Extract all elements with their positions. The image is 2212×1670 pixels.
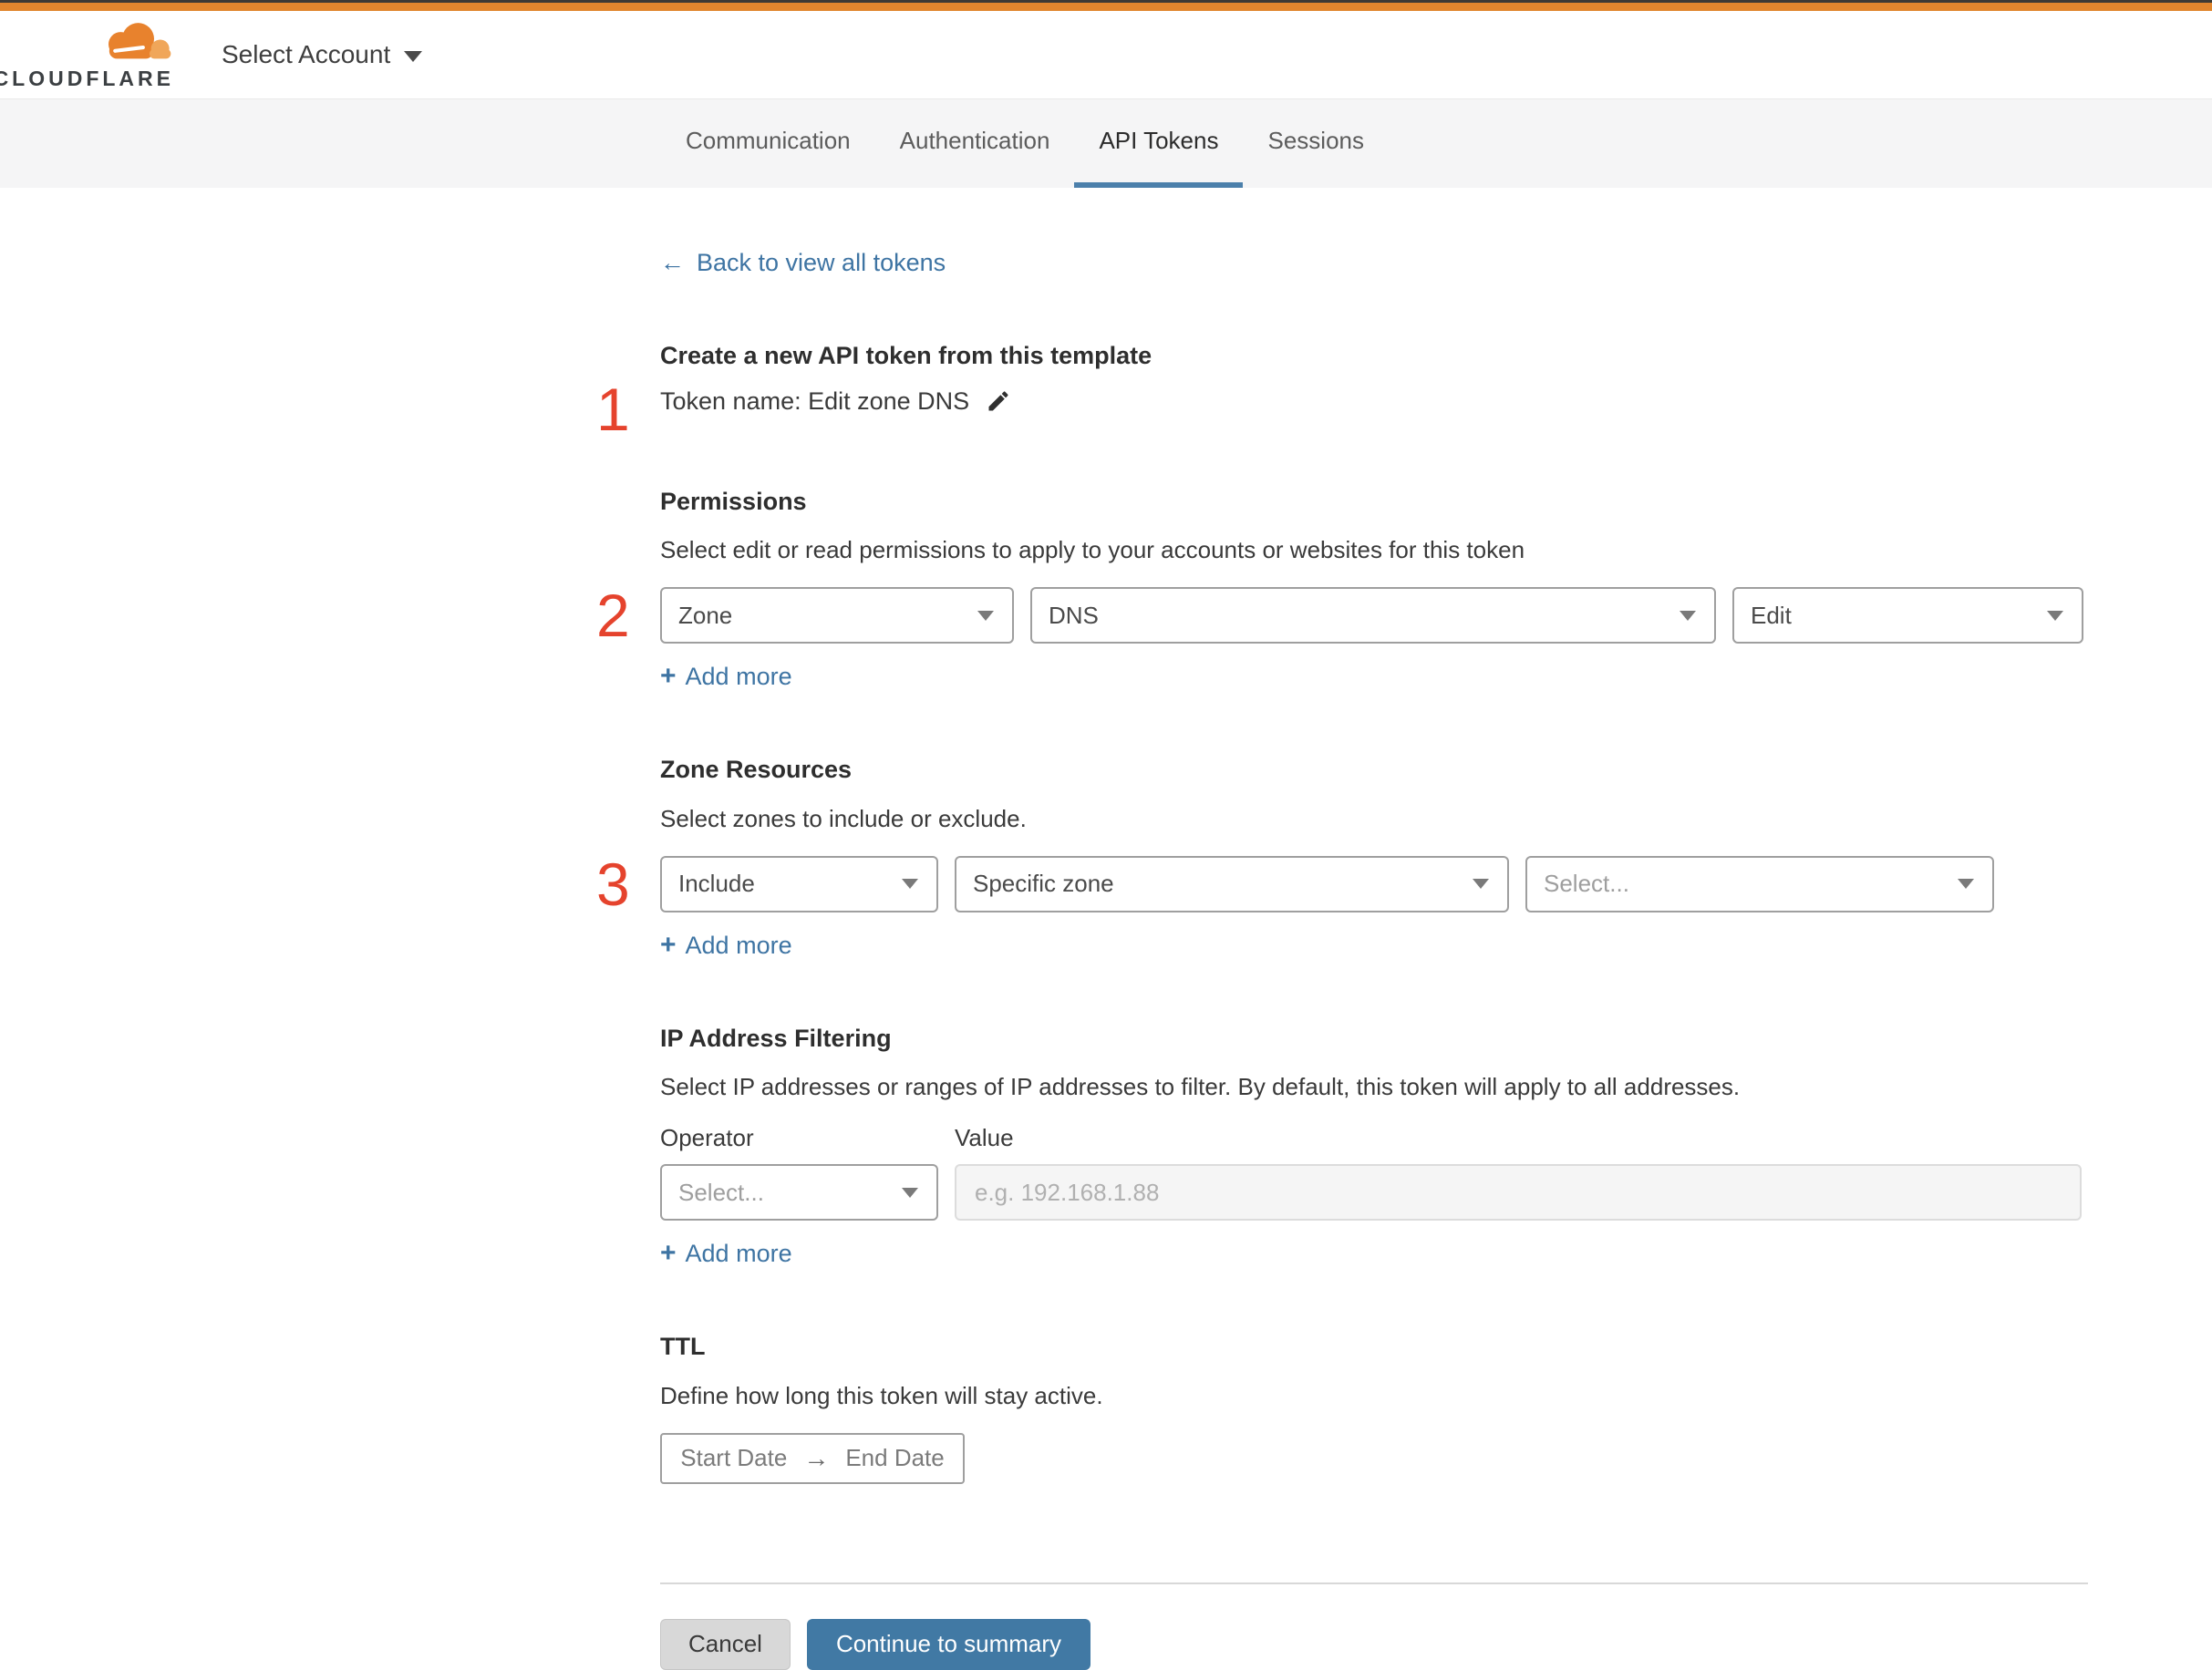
permissions-title: Permissions (660, 488, 807, 516)
back-link-label: Back to view all tokens (697, 249, 946, 276)
zone-type-select[interactable]: Specific zone (955, 855, 1509, 912)
permissions-description: Select edit or read permissions to apply… (660, 536, 1525, 564)
select-caret-icon (902, 879, 918, 890)
brand-accent-bar (0, 3, 2212, 11)
select-caret-icon (902, 1187, 918, 1198)
cloudflare-cloud-icon (109, 22, 171, 58)
account-selector[interactable]: Select Account (222, 40, 423, 69)
select-caret-icon (1958, 879, 1974, 890)
plus-icon: + (660, 661, 677, 692)
cancel-button[interactable]: Cancel (660, 1618, 791, 1670)
ip-value-input[interactable] (955, 1164, 2082, 1222)
page-title: Create a new API token from this templat… (660, 342, 1153, 369)
zone-picker-select[interactable]: Select... (1525, 855, 1994, 912)
ip-operator-select[interactable]: Select... (660, 1164, 938, 1222)
step-marker-3: 3 (596, 850, 630, 918)
permission-access-select[interactable]: Edit (1732, 587, 2083, 644)
ip-filtering-labels: Operator Value (660, 1124, 2088, 1151)
select-caret-icon (977, 610, 994, 621)
zone-resources-section: Zone Resources Select zones to include o… (596, 755, 2088, 960)
chevron-down-icon (404, 51, 423, 62)
zone-resources-title: Zone Resources (660, 756, 853, 784)
zone-resources-add-more-link[interactable]: + Add more (660, 929, 792, 960)
permissions-select-row: 2 Zone DNS Edit (596, 585, 2088, 645)
permission-scope-select[interactable]: Zone (660, 587, 1014, 644)
plus-icon: + (660, 929, 677, 960)
tab-sessions[interactable]: Sessions (1243, 99, 1389, 188)
cloudflare-logo: CLOUDFLARE (0, 19, 174, 91)
token-name-row: 1 Token name: Edit zone DNS (596, 379, 2088, 439)
select-caret-icon (2047, 610, 2063, 621)
tab-authentication[interactable]: Authentication (875, 99, 1075, 188)
zone-include-mode-select[interactable]: Include (660, 855, 938, 912)
step-marker-2: 2 (596, 582, 630, 650)
tab-api-tokens[interactable]: API Tokens (1074, 99, 1244, 188)
edit-pencil-icon[interactable] (986, 388, 1011, 414)
ip-filtering-section: IP Address Filtering Select IP addresses… (660, 1024, 2088, 1268)
profile-tabbar: Communication Authentication API Tokens … (0, 98, 2212, 188)
token-name-text: Token name: Edit zone DNS (660, 387, 970, 416)
plus-icon: + (660, 1238, 677, 1269)
ttl-description: Define how long this token will stay act… (660, 1381, 1103, 1409)
ip-filtering-description: Select IP addresses or ranges of IP addr… (660, 1073, 1741, 1101)
ip-filtering-controls: Select... (660, 1164, 2088, 1222)
permission-service-select[interactable]: DNS (1030, 587, 1716, 644)
right-arrow-icon: → (803, 1443, 830, 1472)
back-arrow-icon: ← (660, 249, 685, 276)
step-marker-1: 1 (596, 376, 630, 444)
cloudflare-wordmark: CLOUDFLARE (0, 66, 174, 90)
permissions-add-more-link[interactable]: + Add more (660, 662, 792, 691)
footer-actions: Cancel Continue to summary (660, 1618, 2088, 1670)
zone-resources-select-row: 3 Include Specific zone Select... (596, 854, 2088, 914)
account-selector-label: Select Account (222, 40, 391, 68)
ttl-title: TTL (660, 1333, 706, 1361)
ip-filtering-title: IP Address Filtering (660, 1024, 892, 1052)
ttl-section: TTL Define how long this token will stay… (660, 1332, 2088, 1484)
token-template-form: ← Back to view all tokens Create a new A… (0, 188, 2212, 1670)
select-caret-icon (1473, 879, 1489, 890)
continue-to-summary-button[interactable]: Continue to summary (806, 1618, 1091, 1670)
ip-filtering-add-more-link[interactable]: + Add more (660, 1239, 792, 1268)
value-label: Value (955, 1124, 1014, 1152)
permissions-section: Permissions Select edit or read permissi… (596, 487, 2088, 691)
end-date-label: End Date (845, 1444, 945, 1472)
back-to-tokens-link[interactable]: ← Back to view all tokens (660, 248, 946, 277)
select-caret-icon (1680, 610, 1696, 621)
ttl-date-range-picker[interactable]: Start Date → End Date (660, 1432, 965, 1484)
app-header: CLOUDFLARE Select Account (0, 11, 2212, 98)
start-date-label: Start Date (680, 1444, 788, 1472)
zone-resources-description: Select zones to include or exclude. (660, 804, 1027, 832)
tab-communication[interactable]: Communication (661, 99, 875, 188)
footer-divider (660, 1582, 2088, 1584)
operator-label: Operator (660, 1124, 754, 1152)
